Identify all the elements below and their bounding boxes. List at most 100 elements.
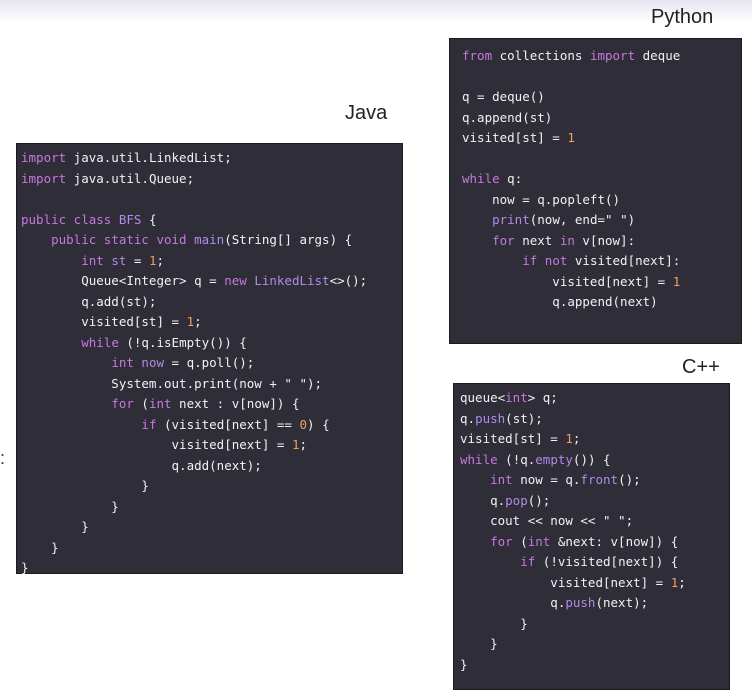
python-code-token: for [492, 232, 515, 248]
java-code-token: int [81, 252, 104, 268]
cpp-code-token: queue< [460, 390, 506, 405]
java-code-line: if (visited[next] == 0) { [21, 415, 402, 436]
python-code-token: q: [499, 171, 523, 186]
cpp-code-line: cout << now << " "; [460, 511, 729, 532]
java-code-token: now [141, 355, 164, 370]
cpp-code-token: " " [603, 513, 626, 528]
java-code-token: <>(); [329, 273, 368, 288]
java-code-token: import [21, 170, 67, 186]
cpp-code-line: } [460, 655, 729, 676]
python-code-line: now = q.popleft() [462, 190, 741, 211]
java-code-token: } [21, 478, 149, 493]
java-label: Java [345, 102, 388, 124]
java-code-token: ; [194, 314, 202, 329]
cpp-code-token: q. [460, 492, 506, 508]
java-code-token: q.add(next); [21, 457, 262, 473]
cpp-code-line: } [460, 614, 729, 635]
cpp-code-token: push [565, 595, 596, 610]
python-code-line: q.append(next) [462, 292, 741, 313]
java-code-token: " " [284, 375, 307, 391]
cpp-code-token: ; [572, 431, 581, 446]
java-code-line [21, 189, 402, 210]
cpp-code-token: &next: v[now]) { [550, 533, 679, 549]
cpp-code-token: if [520, 554, 536, 569]
python-code-line [462, 67, 741, 88]
java-code-token: = [126, 252, 149, 268]
java-code-token [21, 335, 81, 350]
java-code-token: ( [133, 396, 149, 411]
java-code-line: while (!q.isEmpty()) { [21, 333, 402, 354]
python-code-token: q.append(st) [462, 109, 553, 125]
java-code-token: if [141, 416, 157, 432]
python-code-token [462, 212, 492, 227]
cpp-code-line: q.push(next); [460, 593, 729, 614]
java-code-token: } [21, 539, 59, 555]
java-code-line: visited[next] = 1; [21, 435, 402, 456]
java-code-token: java.util.LinkedList; [66, 150, 232, 165]
cpp-code-token: ()) { [572, 451, 611, 467]
python-code-line: visited[next] = 1 [462, 272, 741, 293]
cpp-code-token: q. [460, 595, 566, 610]
cpp-code-token: visited[next] = [460, 574, 671, 590]
java-code-line: } [21, 517, 402, 538]
python-code-token: 1 [672, 273, 681, 289]
cpp-code-token: (!q. [497, 451, 536, 467]
java-code-token: q.add(st); [21, 293, 157, 309]
python-code-token: import [589, 48, 636, 63]
java-code-token: (visited[next] == [156, 416, 300, 432]
java-code-line: } [21, 558, 402, 579]
java-code-token: ); [306, 375, 323, 391]
python-code-block: from collections import deque q = deque(… [450, 39, 741, 313]
java-code-line: for (int next : v[now]) { [21, 394, 402, 415]
java-code-line: visited[st] = 1; [21, 312, 402, 333]
java-code-token [187, 232, 195, 247]
python-code-token: ) [627, 212, 636, 227]
cpp-code-token: ( [512, 533, 528, 549]
python-code-token: from [462, 48, 493, 63]
cpp-code-token: int [527, 533, 551, 549]
java-code-token: } [21, 498, 119, 514]
cpp-code-line: int now = q.front(); [460, 470, 729, 491]
java-code-token: LinkedList [254, 273, 330, 288]
java-code-line: } [21, 497, 402, 518]
java-code-token: int [148, 396, 172, 411]
cpp-code-token: (); [527, 492, 551, 508]
cpp-code-token: cout << now << [460, 513, 603, 528]
python-label: Python [651, 6, 714, 28]
java-code-token: visited[next] = [21, 437, 292, 452]
java-code-token: new [224, 273, 247, 288]
java-code-token: ; [156, 252, 165, 268]
java-code-token: (!q.isEmpty()) { [118, 334, 247, 350]
python-code-line: from collections import deque [462, 46, 741, 67]
python-code-token: if not [522, 253, 568, 268]
java-code-token: main [194, 232, 225, 247]
python-code-token: visited[st] = [462, 130, 568, 145]
java-code-token [21, 417, 141, 432]
cpp-code-line: queue<int> q; [460, 388, 729, 409]
java-code-token: } [21, 560, 29, 575]
java-code-line: Queue<Integer> q = new LinkedList<>(); [21, 271, 402, 292]
cpp-code-token: ; [678, 574, 686, 590]
java-code-token: 0 [299, 416, 308, 432]
python-code-token [462, 253, 522, 268]
java-code-token: { [141, 211, 157, 227]
cpp-code-token: (); [618, 472, 641, 487]
java-code-token: for [111, 396, 134, 411]
java-code-token [21, 355, 111, 370]
java-code-line: int st = 1; [21, 251, 402, 272]
java-code-panel: import java.util.LinkedList; import java.… [16, 143, 403, 575]
java-code-token: Queue<Integer> q = [21, 273, 225, 288]
cpp-code-token: pop [505, 492, 528, 508]
cpp-code-token: for [490, 533, 513, 549]
java-code-token: visited[st] = [21, 314, 187, 329]
java-code-token [111, 212, 119, 227]
cpp-code-line: q.push(st); [460, 409, 729, 430]
java-code-token: (String[] args) { [224, 232, 353, 247]
java-code-line: } [21, 476, 402, 497]
java-code-line: System.out.print(now + " "); [21, 374, 402, 395]
python-code-token: v[now]: [574, 232, 636, 248]
cpp-code-block: queue<int> q; q.push(st); visited[st] = 1;… [454, 384, 729, 675]
python-code-line [462, 149, 741, 170]
java-code-token: st [111, 252, 127, 268]
cpp-code-line: while (!q.empty()) { [460, 450, 729, 471]
